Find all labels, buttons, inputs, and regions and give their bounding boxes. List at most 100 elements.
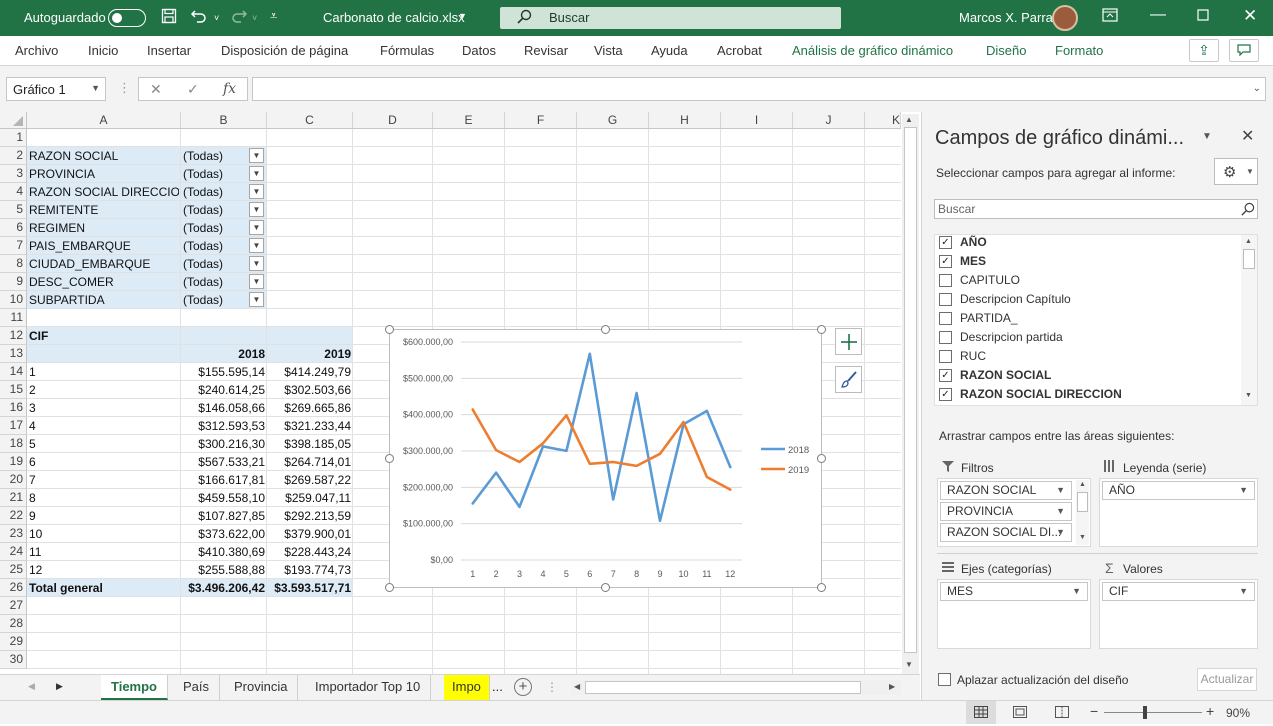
next-sheet-icon[interactable]: ▶	[56, 681, 63, 692]
filter-dropdown-button[interactable]: ▼	[249, 220, 264, 235]
prev-sheet-icon[interactable]: ◀	[28, 681, 35, 692]
field-item[interactable]: RUC	[939, 347, 986, 366]
scroll-thumb[interactable]	[904, 127, 917, 653]
sheet-tab-pais[interactable]: País	[173, 675, 221, 700]
row-header[interactable]: 8	[0, 255, 27, 273]
row-header[interactable]: 2	[0, 147, 27, 165]
row-header[interactable]: 9	[0, 273, 27, 291]
resize-handle[interactable]	[817, 583, 826, 592]
filter-area-chip[interactable]: RAZON SOCIAL DI... ▼	[940, 523, 1072, 542]
sheet-tab-tiempo[interactable]: Tiempo	[101, 675, 168, 700]
row-header[interactable]: 18	[0, 435, 27, 453]
field-checkbox[interactable]: ✓	[939, 236, 952, 249]
filename-dropdown-icon[interactable]: ▼	[458, 11, 467, 21]
filter-area-chip[interactable]: PROVINCIA ▼	[940, 502, 1072, 521]
field-item[interactable]: Descripcion partida	[939, 328, 1063, 347]
row-header[interactable]: 1	[0, 129, 27, 147]
filter-dropdown-button[interactable]: ▼	[249, 256, 264, 271]
tab-acrobat[interactable]: Acrobat	[717, 43, 762, 58]
row-header[interactable]: 17	[0, 417, 27, 435]
zoom-level[interactable]: 90%	[1226, 706, 1250, 720]
field-item[interactable]: Descripcion Capítulo	[939, 290, 1071, 309]
pane-options-icon[interactable]: ▼	[1202, 131, 1212, 142]
zoom-slider[interactable]	[1104, 712, 1202, 713]
row-header[interactable]: 26	[0, 579, 27, 597]
minimize-icon[interactable]: —	[1150, 6, 1166, 24]
filter-dropdown-button[interactable]: ▼	[249, 148, 264, 163]
field-item[interactable]: ✓ RAZON SOCIAL DIRECCION	[939, 385, 1122, 404]
tab-inicio[interactable]: Inicio	[88, 43, 118, 58]
field-checkbox[interactable]	[939, 293, 952, 306]
chevron-down-icon[interactable]: ▼	[1239, 482, 1248, 499]
user-name[interactable]: Marcos X. Parra	[959, 10, 1053, 25]
field-item[interactable]: CAPITULO	[939, 271, 1020, 290]
redo-icon[interactable]	[230, 8, 248, 29]
share-icon[interactable]: ⇪	[1189, 39, 1219, 62]
row-header[interactable]: 16	[0, 399, 27, 417]
chevron-down-icon[interactable]: ▼	[91, 83, 100, 93]
row-header[interactable]: 20	[0, 471, 27, 489]
resize-handle[interactable]	[601, 325, 610, 334]
row-header[interactable]: 25	[0, 561, 27, 579]
defer-update-checkbox[interactable]	[938, 673, 951, 686]
column-header[interactable]: C	[267, 112, 353, 129]
row-header[interactable]: 13	[0, 345, 27, 363]
maximize-icon[interactable]	[1197, 8, 1209, 26]
scroll-up-icon[interactable]: ▲	[905, 115, 913, 124]
tab-insertar[interactable]: Insertar	[147, 43, 191, 58]
tab-formato[interactable]: Formato	[1055, 43, 1103, 58]
resize-handle[interactable]	[817, 325, 826, 334]
field-checkbox[interactable]	[939, 331, 952, 344]
column-header[interactable]: I	[721, 112, 793, 129]
values-field-chip[interactable]: CIF ▼	[1102, 582, 1255, 601]
field-checkbox[interactable]: ✓	[939, 369, 952, 382]
column-header[interactable]: E	[433, 112, 505, 129]
column-header[interactable]: A	[27, 112, 181, 129]
select-all-corner[interactable]	[0, 112, 27, 129]
redo-dropdown-icon[interactable]: ˅	[252, 9, 257, 27]
undo-dropdown-icon[interactable]: ˅	[214, 9, 219, 27]
row-header[interactable]: 5	[0, 201, 27, 219]
scroll-up-icon[interactable]: ▲	[1245, 238, 1252, 245]
enter-icon[interactable]: ✓	[187, 81, 199, 98]
tab-split-icon[interactable]: ⋮	[546, 680, 558, 694]
horizontal-scrollbar[interactable]: ◀ ▶	[571, 680, 901, 695]
row-header[interactable]: 29	[0, 633, 27, 651]
resize-handle[interactable]	[385, 583, 394, 592]
field-item[interactable]: ✓ MES	[939, 252, 986, 271]
row-header[interactable]: 23	[0, 525, 27, 543]
axes-field-chip[interactable]: MES ▼	[940, 582, 1088, 601]
chevron-down-icon[interactable]: ▼	[1239, 583, 1248, 600]
row-header[interactable]: 28	[0, 615, 27, 633]
sheet-tab-provincia[interactable]: Provincia	[224, 675, 299, 700]
filter-dropdown-button[interactable]: ▼	[249, 292, 264, 307]
field-item[interactable]: ✓ RAZON SOCIAL	[939, 366, 1051, 385]
insert-function-icon[interactable]: fx	[223, 81, 236, 97]
file-name[interactable]: Carbonato de calcio.xlsx	[323, 10, 465, 25]
row-header[interactable]: 30	[0, 651, 27, 669]
autosave-toggle[interactable]	[108, 9, 146, 27]
tab-archivo[interactable]: Archivo	[15, 43, 58, 58]
series-line-2018[interactable]	[471, 352, 732, 523]
comments-icon[interactable]	[1229, 39, 1259, 62]
row-header[interactable]: 11	[0, 309, 27, 327]
column-header[interactable]: J	[793, 112, 865, 129]
field-list-scrollbar[interactable]: ▲ ▼	[1241, 235, 1257, 405]
add-sheet-icon[interactable]: +	[514, 678, 532, 696]
update-button[interactable]: Actualizar	[1197, 668, 1257, 691]
column-header[interactable]: K	[865, 112, 901, 129]
tab-formulas[interactable]: Fórmulas	[380, 43, 434, 58]
chevron-down-icon[interactable]: ▼	[1072, 583, 1081, 600]
filters-scrollbar[interactable]: ▲ ▼	[1076, 480, 1089, 545]
page-layout-view-icon[interactable]	[1013, 706, 1027, 721]
filter-dropdown-button[interactable]: ▼	[249, 184, 264, 199]
tab-diseno[interactable]: Diseño	[986, 43, 1026, 58]
filter-dropdown-button[interactable]: ▼	[249, 166, 264, 181]
user-avatar[interactable]	[1052, 5, 1078, 31]
row-header[interactable]: 27	[0, 597, 27, 615]
row-header[interactable]: 21	[0, 489, 27, 507]
field-checkbox[interactable]	[939, 274, 952, 287]
zoom-out-icon[interactable]: −	[1090, 703, 1098, 719]
field-list[interactable]: ✓ AÑO ✓ MES CAPITULO Descripcion Capítulo PART…	[934, 234, 1258, 406]
field-checkbox[interactable]	[939, 312, 952, 325]
